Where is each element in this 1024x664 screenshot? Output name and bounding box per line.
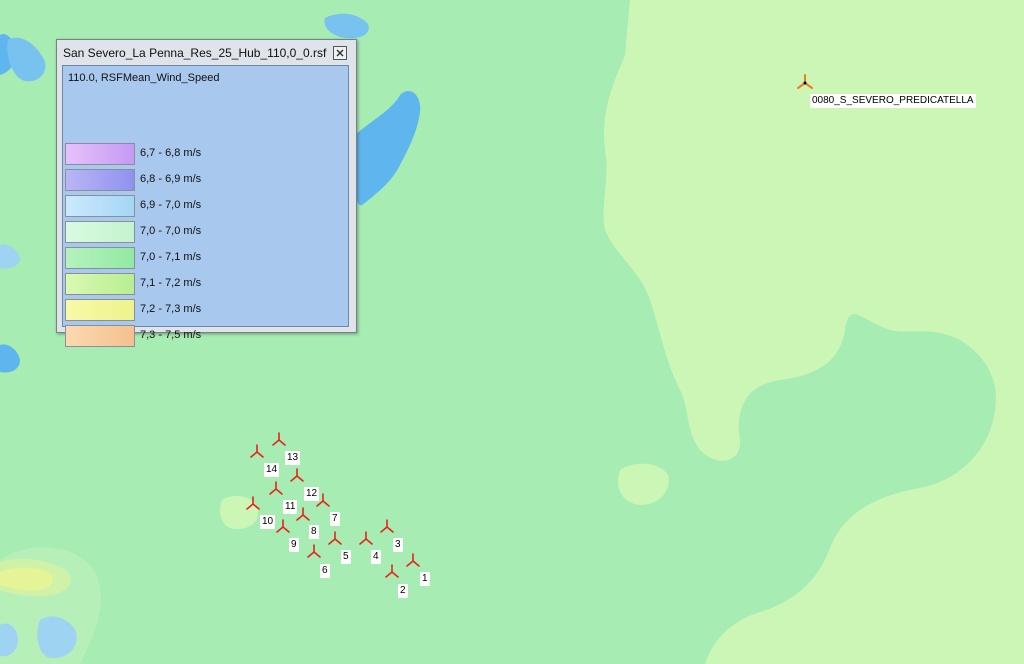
turbine-label: 8 — [309, 525, 319, 539]
legend-item: 7,0 - 7,1 m/s — [65, 246, 345, 270]
legend-item: 7,2 - 7,3 m/s — [65, 298, 345, 322]
legend-swatch — [65, 221, 135, 243]
legend-title: San Severo_La Penna_Res_25_Hub_110,0_0.r… — [63, 46, 327, 60]
turbine-label: 7 — [330, 512, 340, 526]
turbine-label: 10 — [260, 515, 276, 529]
turbine-label: 2 — [398, 584, 408, 598]
turbine-label: 12 — [304, 487, 320, 501]
turbine-icon[interactable] — [295, 507, 311, 523]
legend-item: 7,0 - 7,0 m/s — [65, 220, 345, 244]
legend-label: 7,3 - 7,5 m/s — [140, 329, 202, 341]
legend-body: 110.0, RSFMean_Wind_Speed 6,7 - 6,8 m/s … — [62, 65, 349, 347]
turbine-label: 5 — [341, 550, 351, 564]
legend-swatch — [65, 195, 135, 217]
legend-label: 6,7 - 6,8 m/s — [140, 147, 202, 159]
turbine-label: 4 — [371, 550, 381, 564]
legend-item: 6,9 - 7,0 m/s — [65, 194, 345, 218]
legend-titlebar[interactable]: San Severo_La Penna_Res_25_Hub_110,0_0.r… — [57, 40, 356, 64]
turbine-icon[interactable] — [289, 468, 305, 484]
turbine-icon[interactable] — [245, 496, 261, 512]
site-label: 0080_S_SEVERO_PREDICATELLA — [810, 94, 976, 108]
close-button[interactable] — [333, 46, 347, 60]
turbine-icon[interactable] — [327, 531, 343, 547]
turbine-icon[interactable] — [358, 531, 374, 547]
turbine-label: 14 — [264, 463, 280, 477]
turbine-icon[interactable] — [271, 432, 287, 448]
legend-item: 7,1 - 7,2 m/s — [65, 272, 345, 296]
legend-item: 7,3 - 7,5 m/s — [65, 324, 345, 348]
legend-label: 7,2 - 7,3 m/s — [140, 303, 202, 315]
turbine-icon[interactable] — [275, 519, 291, 535]
legend-label: 7,1 - 7,2 m/s — [140, 277, 202, 289]
legend-item: 6,7 - 6,8 m/s — [65, 142, 345, 166]
turbine-label: 13 — [285, 451, 301, 465]
turbine-label: 9 — [289, 538, 299, 552]
legend-label: 7,0 - 7,0 m/s — [140, 225, 202, 237]
turbine-icon[interactable] — [268, 481, 284, 497]
turbine-label: 11 — [283, 500, 298, 514]
legend-swatch — [65, 169, 135, 191]
turbine-icon[interactable] — [384, 564, 400, 580]
turbine-label: 1 — [420, 572, 430, 586]
turbine-icon[interactable] — [306, 544, 322, 560]
met-mast-icon[interactable] — [795, 72, 815, 92]
turbine-label: 6 — [320, 564, 330, 578]
legend-window[interactable]: San Severo_La Penna_Res_25_Hub_110,0_0.r… — [56, 39, 357, 347]
legend-label: 6,9 - 7,0 m/s — [140, 199, 202, 211]
legend-swatch — [65, 247, 135, 269]
legend-swatch — [65, 299, 135, 321]
turbine-icon[interactable] — [405, 553, 421, 569]
legend-item: 6,8 - 6,9 m/s — [65, 168, 345, 192]
legend-label: 6,8 - 6,9 m/s — [140, 173, 202, 185]
turbine-icon[interactable] — [249, 444, 265, 460]
legend-swatch — [65, 325, 135, 347]
legend-header: 110.0, RSFMean_Wind_Speed — [68, 72, 220, 84]
legend-swatch — [65, 143, 135, 165]
close-icon — [336, 49, 344, 57]
legend-swatch — [65, 273, 135, 295]
turbine-icon[interactable] — [379, 519, 395, 535]
legend-label: 7,0 - 7,1 m/s — [140, 251, 202, 263]
turbine-label: 3 — [393, 538, 403, 552]
